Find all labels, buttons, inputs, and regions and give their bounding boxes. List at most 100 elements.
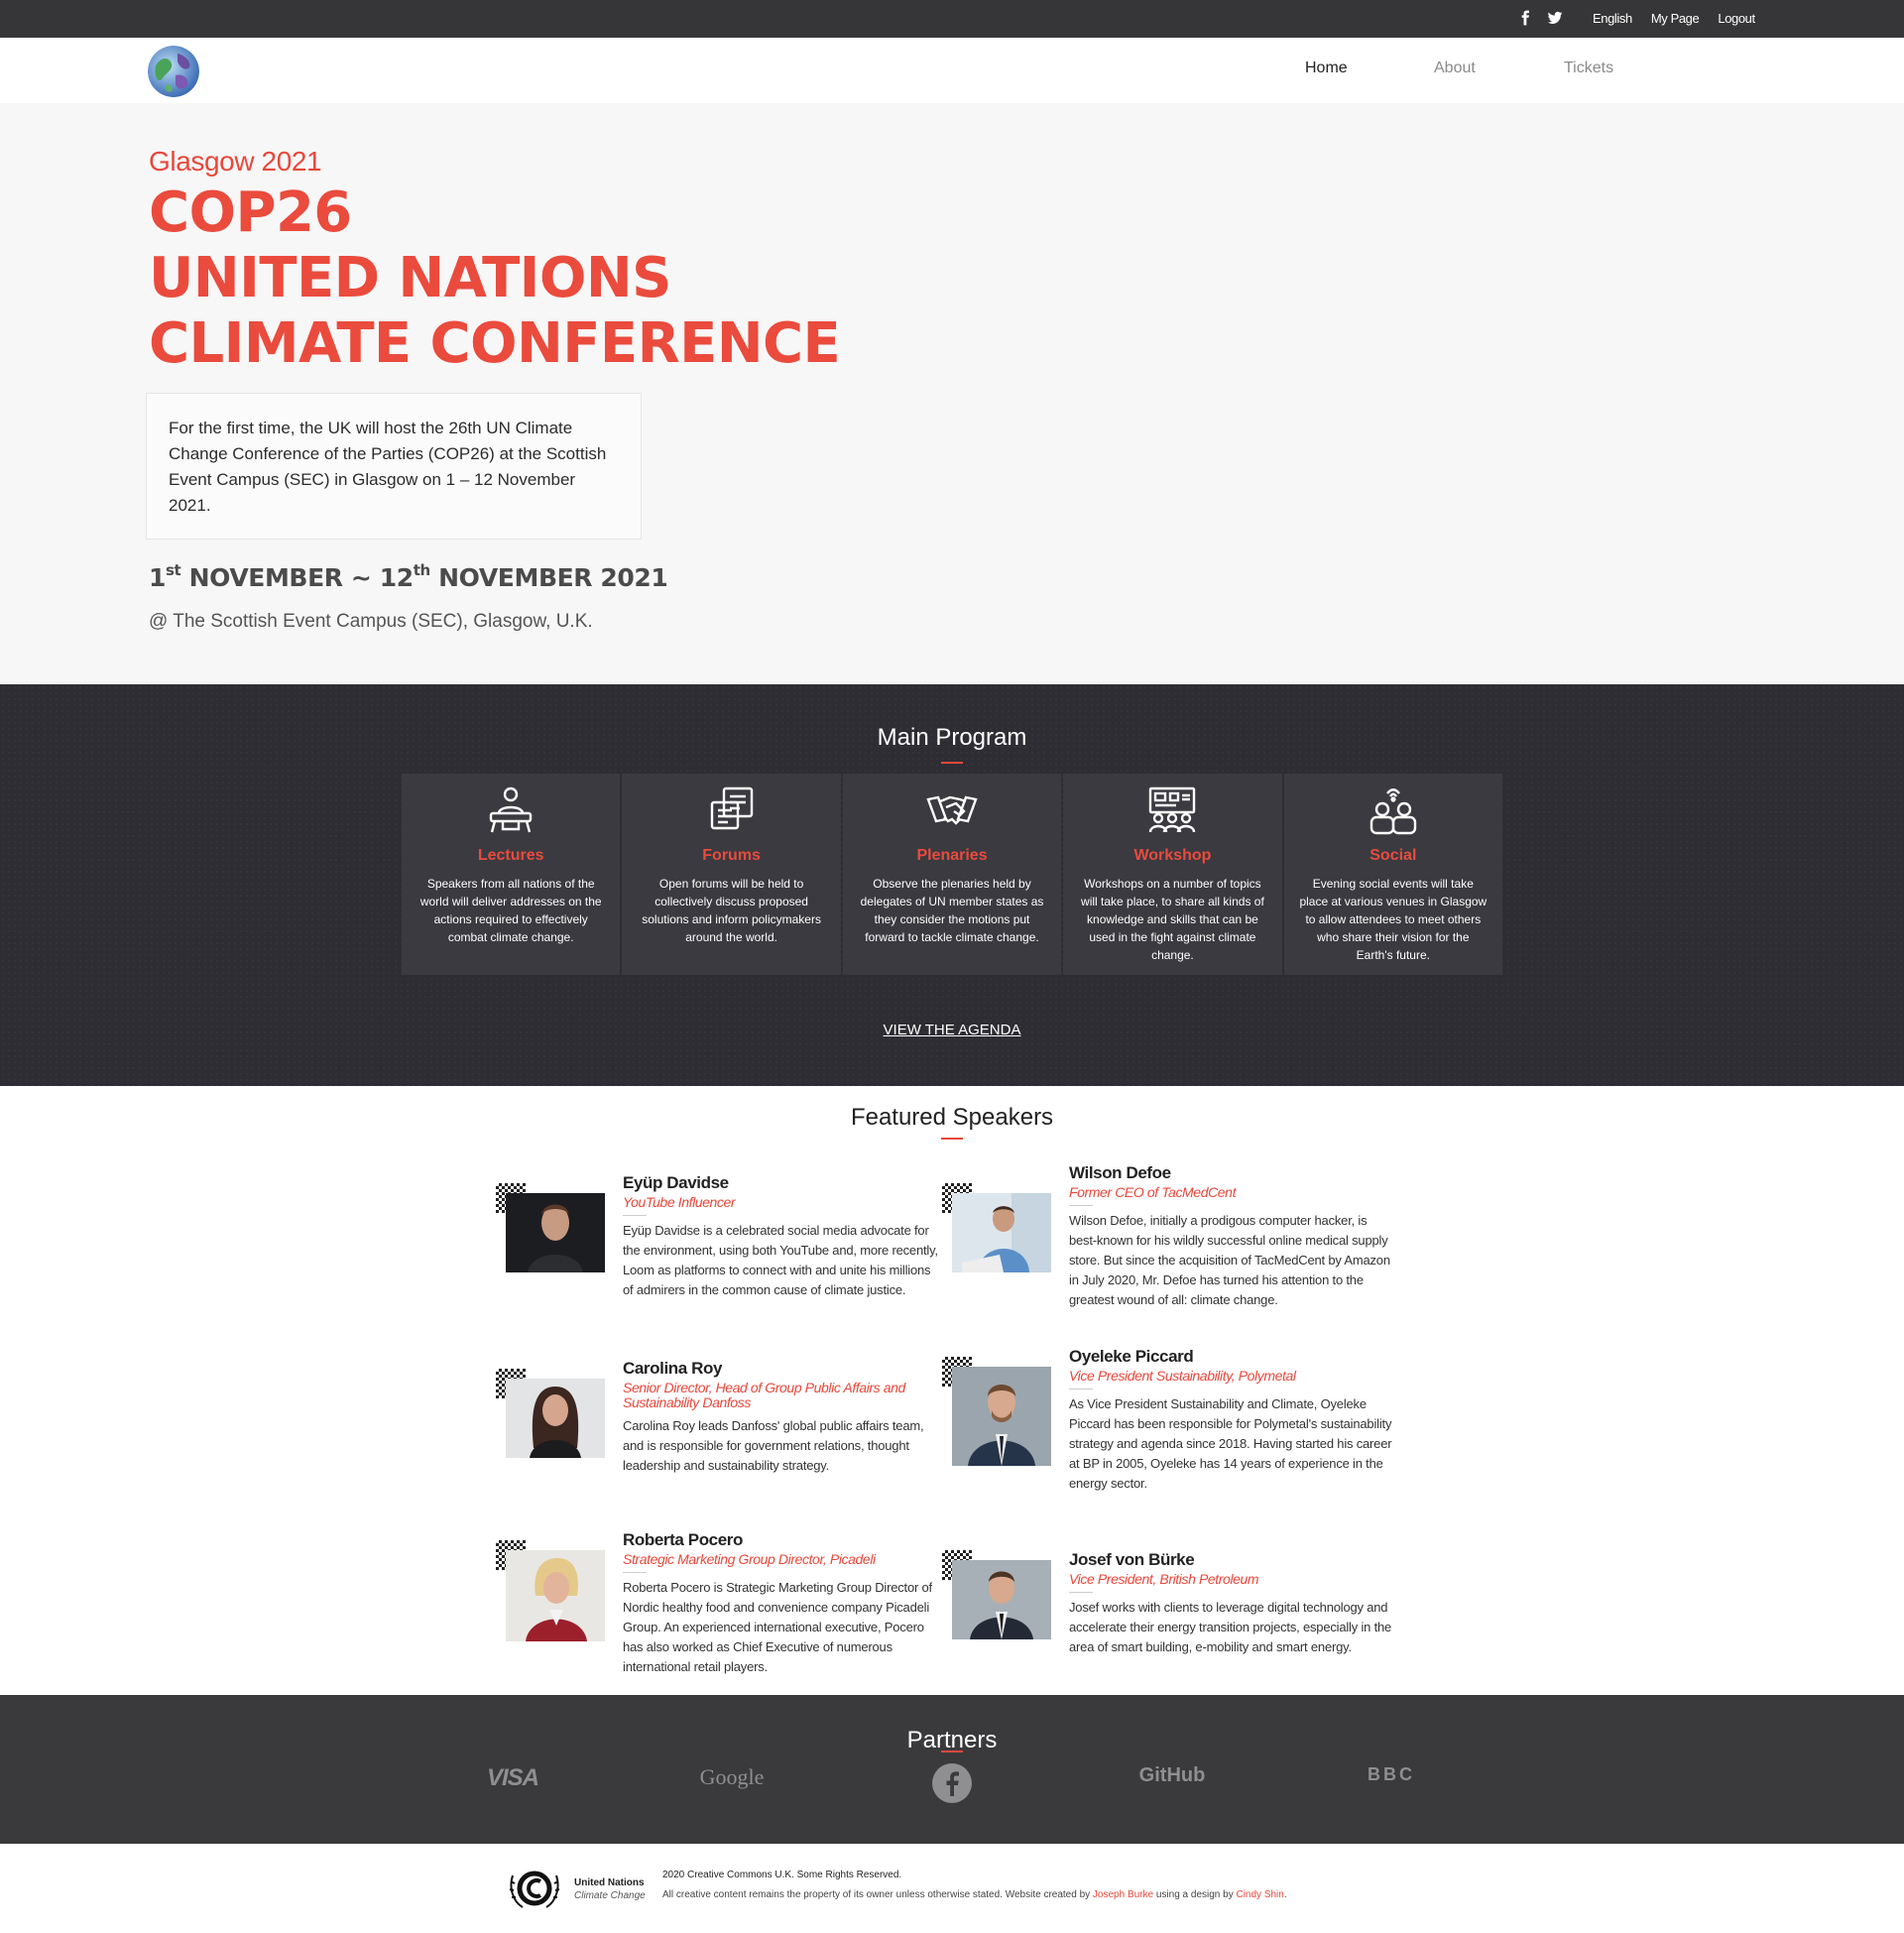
speaker-role: Strategic Marketing Group Director, Pica… <box>623 1551 876 1567</box>
speaker-photo <box>952 1560 1051 1639</box>
speaker-bio: As Vice President Sustainability and Cli… <box>1069 1396 1392 1491</box>
hero-intro-box: For the first time, the UK will host the… <box>146 393 642 540</box>
partner-facebook[interactable] <box>883 1762 1021 1809</box>
program-card-plenaries: Plenaries Observe the plenaries held by … <box>842 774 1062 975</box>
speaker-card: Oyeleke Piccard Vice President Sustainab… <box>942 1347 1392 1506</box>
partner-github[interactable]: GitHub <box>1103 1764 1242 1787</box>
speaker-bio: Wilson Defoe, initially a prodigous comp… <box>1069 1213 1390 1307</box>
nav-about[interactable]: About <box>1434 60 1476 77</box>
speaker-card: Eyüp Davidse YouTube Influencer Eyüp Dav… <box>496 1173 942 1332</box>
speaker-bio: Roberta Pocero is Strategic Marketing Gr… <box>623 1580 932 1674</box>
title-underline <box>941 762 963 764</box>
hero-title-line-3: CLIMATE CONFERENCE <box>149 311 841 376</box>
partner-visa[interactable]: VISA <box>443 1764 582 1792</box>
main-program-section: Main Program Lectures Speakers from all … <box>0 684 1904 1086</box>
program-card-title: Lectures <box>477 847 544 864</box>
event-dates: 1st NOVEMBER ~ 12th NOVEMBER 2021 <box>149 561 668 592</box>
lecture-icon <box>490 786 533 833</box>
author-link[interactable]: Joseph Burke <box>1093 1889 1153 1900</box>
speaker-rule <box>623 1572 647 1573</box>
globe-icon <box>148 46 199 97</box>
un-climate-logo <box>507 1864 562 1918</box>
my-page-link[interactable]: My Page <box>1651 11 1700 26</box>
nav-home[interactable]: Home <box>1305 60 1348 77</box>
twitter-link[interactable] <box>1547 10 1563 26</box>
program-card-text: Evening social events will take place at… <box>1299 877 1488 962</box>
speaker-name: Wilson Defoe <box>1069 1163 1171 1182</box>
end-month: NOVEMBER 2021 <box>438 563 668 592</box>
speaker-photo <box>952 1193 1051 1272</box>
speaker-card: Josef von Bürke Vice President, British … <box>942 1550 1391 1709</box>
program-card-text: Speakers from all nations of the world w… <box>419 877 602 944</box>
program-card-title: Forums <box>702 847 761 864</box>
speaker-name: Eyüp Davidse <box>623 1173 729 1192</box>
speaker-role: Vice President Sustainability, Polymetal <box>1069 1368 1296 1384</box>
facebook-icon <box>1521 10 1529 26</box>
org-name: United Nations <box>574 1877 645 1888</box>
speaker-photo <box>506 1193 605 1272</box>
speaker-card: Roberta Pocero Strategic Marketing Group… <box>496 1530 942 1689</box>
speaker-bio: Eyüp Davidse is a celebrated social medi… <box>623 1223 938 1297</box>
program-card-title: Workshop <box>1133 847 1212 864</box>
social-icon <box>1369 788 1417 835</box>
start-suffix: st <box>166 561 181 579</box>
credits-text: All creative content remains the propert… <box>662 1889 1091 1900</box>
speaker-role: Former CEO of TacMedCent <box>1069 1184 1237 1200</box>
credits-end: . <box>1283 1889 1287 1900</box>
hero-title-line-1: COP26 <box>149 181 352 245</box>
speaker-name: Josef von Bürke <box>1069 1550 1195 1569</box>
program-card-title: Plenaries <box>916 847 988 864</box>
org-subtitle: Climate Change <box>574 1890 646 1901</box>
program-card-social: Social Evening social events will take p… <box>1283 774 1503 975</box>
hero-section: Glasgow 2021 COP26 UNITED NATIONS CLIMAT… <box>0 103 1904 684</box>
partner-google[interactable]: Google <box>662 1764 801 1790</box>
designer-link[interactable]: Cindy Shin <box>1236 1889 1283 1900</box>
start-day: 1 <box>149 563 166 592</box>
social-links <box>1517 10 1563 26</box>
speaker-role: YouTube Influencer <box>623 1194 736 1210</box>
un-emblem-icon <box>509 1871 560 1908</box>
hero-title: COP26 UNITED NATIONS CLIMATE CONFERENCE <box>149 181 841 377</box>
speaker-card: Wilson Defoe Former CEO of TacMedCent Wi… <box>942 1163 1390 1322</box>
title-underline <box>941 1138 963 1140</box>
program-card-text: Observe the plenaries held by delegates … <box>860 877 1044 944</box>
facebook-logo-icon <box>932 1763 972 1803</box>
logout-link[interactable]: Logout <box>1718 11 1755 26</box>
credits-text-2: using a design by <box>1155 1889 1234 1900</box>
speaker-role: Senior Director, Head of Group Public Af… <box>623 1380 905 1410</box>
main-nav: Home About Tickets <box>0 38 1904 103</box>
facebook-link[interactable] <box>1517 10 1533 26</box>
featured-speakers-section: Featured Speakers Eyüp Davidse YouTube I… <box>0 1086 1904 1695</box>
program-card-lectures: Lectures Speakers from all nations of th… <box>402 774 621 975</box>
event-venue: @ The Scottish Event Campus (SEC), Glasg… <box>149 611 593 632</box>
top-bar: English My Page Logout <box>0 0 1904 38</box>
handshake-icon <box>926 795 978 825</box>
program-title: Main Program <box>877 724 1027 751</box>
speaker-role: Vice President, British Petroleum <box>1069 1571 1259 1587</box>
forum-icon <box>710 786 753 830</box>
credits: All creative content remains the propert… <box>662 1889 1287 1900</box>
program-cards: Lectures Speakers from all nations of th… <box>402 774 1503 975</box>
twitter-icon <box>1547 11 1563 24</box>
language-link[interactable]: English <box>1593 11 1632 26</box>
speaker-rule <box>1069 1205 1093 1206</box>
view-agenda-link[interactable]: VIEW THE AGENDA <box>0 1022 1904 1038</box>
footer: United Nations Climate Change 2020 Creat… <box>0 1844 1904 1933</box>
program-card-forums: Forums Open forums will be held to colle… <box>622 774 841 975</box>
speaker-name: Roberta Pocero <box>623 1530 743 1549</box>
site-logo[interactable] <box>148 46 199 97</box>
speaker-card: Carolina Roy Senior Director, Head of Gr… <box>496 1359 942 1517</box>
speaker-bio: Josef works with clients to leverage dig… <box>1069 1600 1392 1654</box>
partner-bbc[interactable]: BBC <box>1322 1764 1461 1785</box>
program-card-workshop: Workshop Workshops on a number of topics… <box>1063 774 1282 975</box>
hero-title-line-2: UNITED NATIONS <box>149 246 672 310</box>
account-links: English My Page Logout <box>1593 11 1755 26</box>
speaker-name: Oyeleke Piccard <box>1069 1347 1194 1366</box>
nav-tickets[interactable]: Tickets <box>1564 60 1613 77</box>
program-card-title: Social <box>1369 847 1417 864</box>
title-underline <box>941 1751 963 1752</box>
hero-subtitle: Glasgow 2021 <box>149 146 322 177</box>
program-card-text: Workshops on a number of topics will tak… <box>1081 877 1264 962</box>
speaker-rule <box>1069 1592 1093 1593</box>
start-month: NOVEMBER ~ 12 <box>188 563 415 592</box>
